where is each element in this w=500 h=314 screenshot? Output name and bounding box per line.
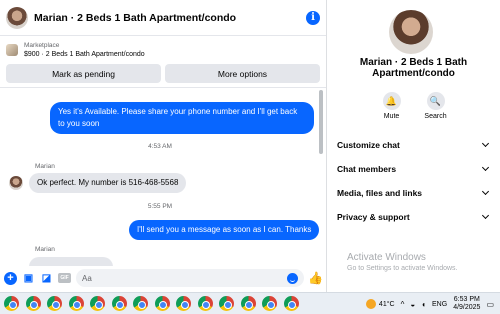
profile-avatar[interactable] [389,10,433,54]
info-icon[interactable]: i [306,10,320,25]
details-panel: Marian · 2 Beds 1 Bath Apartment/condo 🔔… [327,0,500,292]
incoming-message[interactable] [29,257,113,266]
chrome-taskbar-icon[interactable] [133,296,148,311]
windows-taskbar: 41°C ^ ◒ ◖ ENG 6:53 PM 4/9/2025 ▭ [0,292,500,314]
marketplace-label: Marketplace [24,42,60,49]
chrome-taskbar-icon[interactable] [197,296,213,311]
messenger-app: Marian · 2 Beds 1 Bath Apartment/condo i… [0,0,500,292]
message-timestamp: 5:55 PM [147,203,173,210]
incoming-message[interactable]: Ok perfect. My number is 516-468-5568 [29,173,187,193]
composer-bar: + ▣ ◪ GIF Aa 👍 [0,266,326,290]
mute-label: Mute [383,113,400,120]
clock[interactable]: 6:53 PM 4/9/2025 [453,296,480,312]
plus-icon[interactable]: + [4,271,17,285]
chrome-taskbar-icon[interactable] [154,296,170,311]
profile-name: Marian · 2 Beds 1 Bath Apartment/condo [359,57,468,79]
listing-title: $900 · 2 Beds 1 Bath Apartment/condo [24,51,145,58]
message-scrollbar[interactable] [319,90,323,154]
chrome-taskbar-icon[interactable] [176,296,191,311]
sun-icon [365,299,376,309]
speaker-icon[interactable]: ◖ [421,300,426,309]
message-input[interactable]: Aa [76,269,304,287]
marketplace-bar: Marketplace $900 · 2 Beds 1 Bath Apartme… [0,36,326,88]
outgoing-message[interactable]: I'll send you a message as soon as I can… [129,220,320,240]
message-list: Yes it's Available. Please share your ph… [0,89,326,266]
menu-customize-chat[interactable]: Customize chat [337,133,492,157]
search-label: Search [424,113,447,120]
chevron-down-icon [481,139,490,148]
marketplace-listing[interactable]: Marketplace $900 · 2 Beds 1 Bath Apartme… [6,40,320,60]
search-button[interactable]: 🔍 Search [424,92,448,120]
weather-widget[interactable]: 41°C [365,299,395,309]
chevron-down-icon [481,163,490,172]
thumbs-up-icon[interactable]: 👍 [308,271,323,285]
mark-as-pending-button[interactable]: Mark as pending [6,64,161,83]
menu-privacy-support[interactable]: Privacy & support [337,205,492,229]
chrome-taskbar-icon[interactable] [90,296,105,311]
chevron-down-icon [481,187,490,196]
chrome-taskbar-icon[interactable] [262,296,277,311]
notification-icon[interactable]: ▭ [486,300,494,309]
chrome-taskbar-icon[interactable] [47,296,62,311]
clock-date: 4/9/2025 [453,304,481,311]
chrome-taskbar-icon[interactable] [68,296,84,311]
listing-thumbnail [6,44,18,56]
outgoing-message[interactable]: Yes it's Available. Please share your ph… [50,102,314,134]
chat-title[interactable]: Marian · 2 Beds 1 Bath Apartment/condo [34,12,306,24]
chrome-taskbar-icon[interactable] [25,296,41,311]
image-icon[interactable]: ▣ [22,272,35,285]
network-icon[interactable]: ◒ [410,300,415,309]
sender-name: Marian [35,246,55,253]
menu-chat-members[interactable]: Chat members [337,157,492,181]
clock-time: 6:53 PM [453,296,480,303]
chevron-up-icon[interactable]: ^ [401,300,405,309]
search-icon: 🔍 [426,92,445,110]
chevron-down-icon [481,211,490,220]
chrome-taskbar-icon[interactable] [240,296,256,311]
chrome-taskbar-icon[interactable] [4,296,19,311]
details-menu: Customize chat Chat members Media, files… [337,133,492,229]
sender-name: Marian [35,163,55,170]
contact-avatar[interactable] [6,6,28,29]
activate-windows-watermark: Activate Windows Go to Settings to activ… [347,252,458,272]
chrome-taskbar-icon[interactable] [219,296,234,311]
message-input-placeholder: Aa [82,273,92,283]
gif-icon[interactable]: GIF [58,273,71,283]
menu-media-files-links[interactable]: Media, files and links [337,181,492,205]
emoji-icon[interactable] [287,272,298,284]
sticker-icon[interactable]: ◪ [40,272,53,285]
bell-icon: 🔔 [382,92,401,110]
conversation-pane: Marian · 2 Beds 1 Bath Apartment/condo i… [0,0,327,292]
more-options-button[interactable]: More options [165,64,320,83]
chrome-taskbar-icon[interactable] [283,296,299,311]
sender-avatar[interactable] [9,176,23,190]
message-timestamp: 4:53 AM [148,143,172,150]
chat-header: Marian · 2 Beds 1 Bath Apartment/condo i [0,0,326,36]
language-indicator[interactable]: ENG [432,301,447,308]
chrome-taskbar-icon[interactable] [111,296,127,311]
mute-button[interactable]: 🔔 Mute [380,92,404,120]
system-tray: 41°C ^ ◒ ◖ ENG 6:53 PM 4/9/2025 ▭ [365,293,500,314]
